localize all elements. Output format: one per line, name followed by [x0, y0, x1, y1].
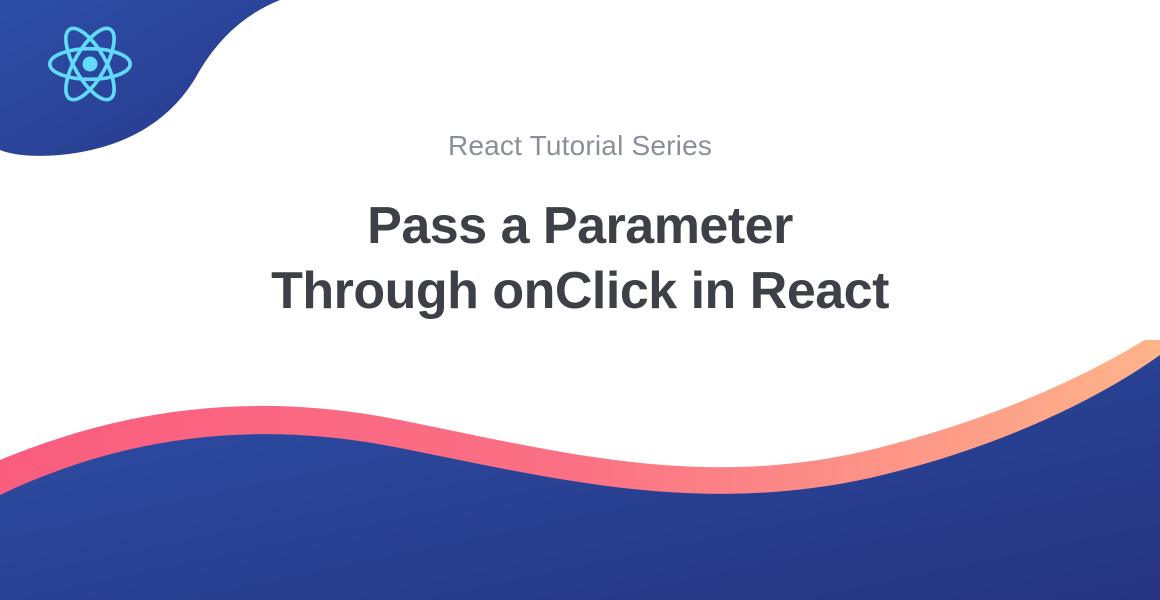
hero-card: React Tutorial Series Pass a Parameter T… [0, 0, 1160, 600]
page-title: Pass a Parameter Through onClick in Reac… [0, 194, 1160, 324]
title-line-1: Pass a Parameter [367, 197, 793, 255]
bottom-wave-decoration [0, 340, 1160, 600]
content-area: React Tutorial Series Pass a Parameter T… [0, 130, 1160, 324]
series-label: React Tutorial Series [0, 130, 1160, 162]
react-logo-icon [48, 22, 132, 106]
title-line-2: Through onClick in React [271, 262, 889, 320]
